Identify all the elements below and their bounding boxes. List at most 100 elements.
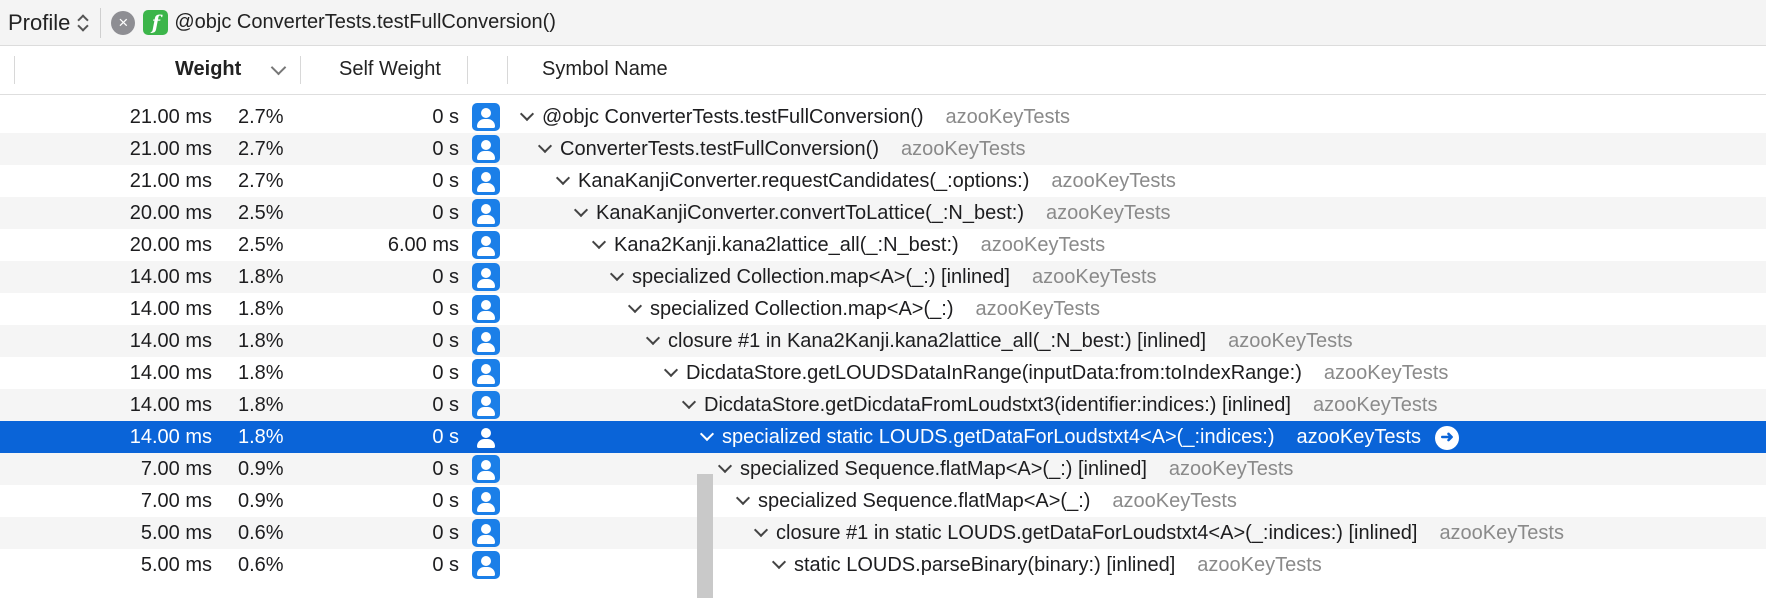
self-weight-cell: 6.00 ms <box>387 234 459 256</box>
symbol-cell: specialized static LOUDS.getDataForLouds… <box>699 426 1460 450</box>
weight-percent-cell: 1.8% <box>238 298 284 320</box>
table-row[interactable]: 14.00 ms 1.8% 0 s specialized Collection.ma… <box>0 293 1766 325</box>
symbol-name: closure #1 in Kana2Kanji.kana2lattice_al… <box>668 330 1207 352</box>
symbol-name: KanaKanjiConverter.convertToLattice(_:N_… <box>596 202 1025 224</box>
self-weight-cell: 0 s <box>432 266 459 288</box>
disclosure-chevron-icon[interactable] <box>771 554 787 570</box>
weight-cell: 7.00 ms <box>140 458 212 480</box>
disclosure-chevron-icon[interactable] <box>753 522 769 538</box>
symbol-name: specialized Sequence.flatMap<A>(_:) [inl… <box>740 458 1147 480</box>
go-arrow-icon[interactable]: ➜ <box>1435 426 1460 450</box>
user-code-icon <box>472 231 500 259</box>
weight-cell: 14.00 ms <box>129 394 212 416</box>
weight-cell: 20.00 ms <box>129 234 212 256</box>
symbol-name-column-header[interactable]: Symbol Name <box>542 58 668 81</box>
table-row[interactable]: 20.00 ms 2.5% 6.00 ms Kana2Kanji.kana2latti… <box>0 229 1766 261</box>
self-weight-cell: 0 s <box>432 522 459 544</box>
symbol-cell: specialized Sequence.flatMap<A>(_:) azooK… <box>735 490 1237 513</box>
table-row[interactable]: 7.00 ms 0.9% 0 s specialized Sequence.flatM… <box>0 453 1766 485</box>
table-row[interactable]: 7.00 ms 0.9% 0 s specialized Sequence.flatM… <box>0 485 1766 517</box>
disclosure-chevron-icon[interactable] <box>573 202 589 218</box>
column-header: Weight Self Weight Symbol Name <box>0 46 1766 95</box>
table-row[interactable]: 14.00 ms 1.8% 0 s specialized Collection.ma… <box>0 261 1766 293</box>
table-row[interactable]: 14.00 ms 1.8% 0 s DicdataStore.getLOUDSData… <box>0 357 1766 389</box>
disclosure-chevron-icon[interactable] <box>699 426 715 442</box>
weight-cell: 14.00 ms <box>129 266 212 288</box>
symbol-name: specialized Collection.map<A>(_:) [inlin… <box>632 266 1010 288</box>
column-divider <box>300 56 301 84</box>
toolbar: Profile × f @objc ConverterTests.testFul… <box>0 0 1766 46</box>
library-name: azooKeyTests <box>1168 458 1294 480</box>
symbol-cell: @objc ConverterTests.testFullConversion(… <box>519 106 1070 129</box>
table-row[interactable]: 21.00 ms 2.7% 0 s @objc ConverterTests.test… <box>0 101 1766 133</box>
disclosure-chevron-icon[interactable] <box>609 266 625 282</box>
user-code-icon <box>472 519 500 547</box>
table-row[interactable]: 14.00 ms 1.8% 0 s DicdataStore.getDicdataFr… <box>0 389 1766 421</box>
weight-percent-cell: 0.9% <box>238 458 284 480</box>
symbol-name: ConverterTests.testFullConversion() <box>560 138 879 160</box>
self-weight-cell: 0 s <box>432 202 459 224</box>
table-row[interactable]: 14.00 ms 1.8% 0 s closure #1 in Kana2Kanji.… <box>0 325 1766 357</box>
symbol-cell: specialized Sequence.flatMap<A>(_:) [inl… <box>717 458 1294 481</box>
table-row[interactable]: 20.00 ms 2.5% 0 s KanaKanjiConverter.conver… <box>0 197 1766 229</box>
x-circle-icon[interactable]: × <box>111 10 136 35</box>
disclosure-chevron-icon[interactable] <box>735 490 751 506</box>
disclosure-chevron-icon[interactable] <box>663 362 679 378</box>
sort-descending-icon[interactable] <box>270 59 287 76</box>
weight-percent-cell: 2.5% <box>238 202 284 224</box>
breadcrumb[interactable]: @objc ConverterTests.testFullConversion(… <box>174 11 556 34</box>
self-weight-cell: 0 s <box>432 298 459 320</box>
column-divider <box>467 56 468 84</box>
disclosure-chevron-icon[interactable] <box>681 394 697 410</box>
symbol-cell: DicdataStore.getLOUDSDataInRange(inputDa… <box>663 362 1448 385</box>
symbol-name: @objc ConverterTests.testFullConversion(… <box>542 106 924 128</box>
self-weight-cell: 0 s <box>432 490 459 512</box>
symbol-name: DicdataStore.getLOUDSDataInRange(inputDa… <box>686 362 1302 384</box>
library-name: azooKeyTests <box>1197 554 1322 576</box>
library-name: azooKeyTests <box>1031 266 1157 288</box>
profile-popup-button[interactable]: Profile <box>8 10 88 36</box>
self-weight-cell: 0 s <box>432 394 459 416</box>
disclosure-chevron-icon[interactable] <box>627 298 643 314</box>
disclosure-chevron-icon[interactable] <box>555 170 571 186</box>
user-code-icon <box>472 135 500 163</box>
symbol-name: static LOUDS.parseBinary(binary:) [inlin… <box>794 554 1176 576</box>
weight-cell: 5.00 ms <box>140 522 212 544</box>
disclosure-chevron-icon[interactable] <box>519 106 535 122</box>
weight-cell: 14.00 ms <box>129 298 212 320</box>
weight-percent-cell: 0.6% <box>238 522 284 544</box>
self-weight-cell: 0 s <box>432 330 459 352</box>
disclosure-chevron-icon[interactable] <box>591 234 607 250</box>
symbol-cell: Kana2Kanji.kana2lattice_all(_:N_best:) az… <box>591 234 1106 257</box>
table-row[interactable]: 21.00 ms 2.7% 0 s ConverterTests.testFullCo… <box>0 133 1766 165</box>
user-code-icon <box>472 359 500 387</box>
weight-cell: 14.00 ms <box>129 362 212 384</box>
library-name: azooKeyTests <box>1228 330 1353 352</box>
table-row[interactable]: 5.00 ms 0.6% 0 s closure #1 in static LOUDS… <box>0 517 1766 549</box>
weight-cell: 5.00 ms <box>140 554 212 576</box>
table-row[interactable]: 5.00 ms 0.6% 0 s static LOUDS.parseBinary(b… <box>0 549 1766 581</box>
toolbar-divider <box>100 7 102 38</box>
disclosure-chevron-icon[interactable] <box>717 458 733 474</box>
self-weight-cell: 0 s <box>432 170 459 192</box>
weight-cell: 21.00 ms <box>129 138 212 160</box>
library-name: azooKeyTests <box>901 138 1026 160</box>
table-row[interactable]: 21.00 ms 2.7% 0 s KanaKanjiConverter.reques… <box>0 165 1766 197</box>
self-weight-cell: 0 s <box>432 138 459 160</box>
symbol-cell: KanaKanjiConverter.requestCandidates(_:o… <box>555 170 1176 193</box>
library-name: azooKeyTests <box>980 234 1106 256</box>
library-name: azooKeyTests <box>1051 170 1176 192</box>
weight-cell: 20.00 ms <box>129 202 212 224</box>
call-tree-outline[interactable]: 21.00 ms 2.7% 0 s @objc ConverterTests.test… <box>0 101 1766 581</box>
table-row[interactable]: 14.00 ms 1.8% 0 s specialized static LOUDS.… <box>0 421 1766 453</box>
self-weight-cell: 0 s <box>432 554 459 576</box>
self-weight-cell: 0 s <box>432 362 459 384</box>
symbol-name: specialized Collection.map<A>(_:) <box>650 298 954 320</box>
self-weight-column-header[interactable]: Self Weight <box>339 58 441 81</box>
function-badge-icon: f <box>143 10 169 35</box>
symbol-cell: specialized Collection.map<A>(_:) [inlin… <box>609 266 1157 289</box>
symbol-cell: DicdataStore.getDicdataFromLoudstxt3(ide… <box>681 394 1437 417</box>
disclosure-chevron-icon[interactable] <box>645 330 661 346</box>
disclosure-chevron-icon[interactable] <box>537 138 553 154</box>
weight-column-header[interactable]: Weight <box>175 58 241 81</box>
